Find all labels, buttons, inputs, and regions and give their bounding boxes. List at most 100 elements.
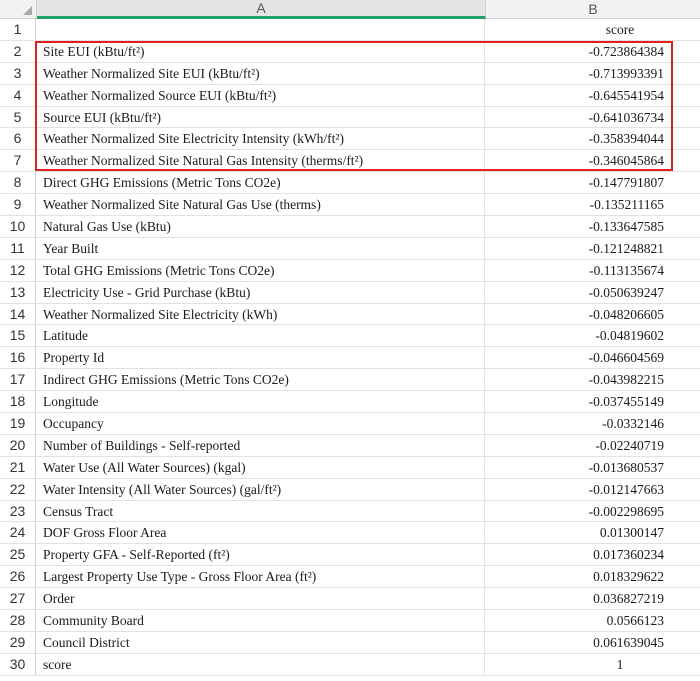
table-row: 15 Latitude -0.04819602 bbox=[0, 325, 700, 348]
cell-b[interactable]: 0.0566123 bbox=[485, 610, 665, 631]
select-all-icon bbox=[23, 6, 32, 15]
cell-a[interactable]: Weather Normalized Site Natural Gas Inte… bbox=[37, 150, 485, 172]
cell-a[interactable]: Indirect GHG Emissions (Metric Tons CO2e… bbox=[37, 369, 485, 391]
cell-a[interactable]: Community Board bbox=[37, 610, 485, 631]
table-row: 18 Longitude -0.037455149 bbox=[0, 391, 700, 414]
cell-b[interactable]: score bbox=[485, 19, 700, 40]
cell-a[interactable]: Weather Normalized Source EUI (kBtu/ft²) bbox=[37, 84, 485, 106]
row-number[interactable]: 27 bbox=[0, 588, 36, 610]
cell-b[interactable]: -0.012147663 bbox=[485, 479, 665, 500]
row-number[interactable]: 25 bbox=[0, 544, 36, 566]
cell-b[interactable]: -0.135211165 bbox=[485, 194, 665, 215]
row-number[interactable]: 15 bbox=[0, 325, 36, 347]
table-row: 3 Weather Normalized Site EUI (kBtu/ft²) -… bbox=[0, 62, 700, 85]
row-number[interactable]: 26 bbox=[0, 566, 36, 588]
cell-b[interactable]: -0.043982215 bbox=[485, 369, 665, 390]
cell-b[interactable]: -0.046604569 bbox=[485, 347, 665, 368]
row-number[interactable]: 3 bbox=[0, 62, 36, 84]
cell-a[interactable]: Property GFA - Self-Reported (ft²) bbox=[37, 544, 485, 566]
table-row: 20 Number of Buildings - Self-reported -0.… bbox=[0, 434, 700, 457]
row-number[interactable]: 18 bbox=[0, 391, 36, 413]
row-number[interactable]: 14 bbox=[0, 303, 36, 325]
cell-a[interactable]: score bbox=[37, 653, 485, 675]
cell-b[interactable]: 0.017360234 bbox=[485, 544, 665, 565]
cell-a[interactable]: Weather Normalized Site EUI (kBtu/ft²) bbox=[37, 62, 485, 84]
cell-a[interactable]: Water Intensity (All Water Sources) (gal… bbox=[37, 478, 485, 500]
row-number[interactable]: 22 bbox=[0, 478, 36, 500]
cell-a[interactable]: Weather Normalized Site Natural Gas Use … bbox=[37, 194, 485, 216]
table-row: 21 Water Use (All Water Sources) (kgal) -0… bbox=[0, 456, 700, 479]
cell-a[interactable]: Water Use (All Water Sources) (kgal) bbox=[37, 456, 485, 478]
cell-a[interactable]: Census Tract bbox=[37, 500, 485, 522]
row-number[interactable]: 19 bbox=[0, 413, 36, 434]
cell-b[interactable]: -0.346045864 bbox=[485, 150, 665, 171]
cell-b[interactable]: -0.121248821 bbox=[485, 238, 665, 259]
cell-a[interactable]: Occupancy bbox=[37, 413, 485, 434]
row-number[interactable]: 1 bbox=[0, 19, 36, 40]
row-number[interactable]: 7 bbox=[0, 150, 36, 172]
cell-a[interactable]: Number of Buildings - Self-reported bbox=[37, 434, 485, 456]
select-all-corner[interactable] bbox=[0, 0, 37, 18]
cell-b[interactable]: -0.358394044 bbox=[485, 128, 665, 149]
cell-b[interactable]: -0.723864384 bbox=[485, 41, 665, 62]
row-number[interactable]: 9 bbox=[0, 194, 36, 216]
cell-a[interactable]: Longitude bbox=[37, 391, 485, 413]
row-number[interactable]: 16 bbox=[0, 347, 36, 369]
cell-b[interactable]: 0.061639045 bbox=[485, 632, 665, 653]
row-number[interactable]: 4 bbox=[0, 84, 36, 106]
cell-b[interactable]: 0.01300147 bbox=[485, 522, 665, 543]
row-number[interactable]: 5 bbox=[0, 106, 36, 128]
row-number[interactable]: 13 bbox=[0, 281, 36, 303]
cell-a[interactable]: DOF Gross Floor Area bbox=[37, 522, 485, 544]
cell-a[interactable] bbox=[37, 19, 485, 40]
cell-b[interactable]: -0.050639247 bbox=[485, 282, 665, 303]
cell-a[interactable]: Natural Gas Use (kBtu) bbox=[37, 216, 485, 237]
column-header-b[interactable]: B bbox=[486, 0, 700, 18]
row-number[interactable]: 23 bbox=[0, 500, 36, 522]
cell-a[interactable]: Weather Normalized Site Electricity Inte… bbox=[37, 128, 485, 150]
cell-b[interactable]: -0.645541954 bbox=[485, 85, 665, 106]
cell-b[interactable]: 0.018329622 bbox=[485, 566, 665, 587]
row-number[interactable]: 20 bbox=[0, 434, 36, 456]
cell-a[interactable]: Property Id bbox=[37, 347, 485, 369]
cell-b[interactable]: -0.037455149 bbox=[485, 391, 665, 412]
cell-b[interactable]: -0.0332146 bbox=[485, 413, 665, 434]
row-number[interactable]: 17 bbox=[0, 369, 36, 391]
cell-a[interactable]: Latitude bbox=[37, 325, 485, 347]
row-number[interactable]: 24 bbox=[0, 522, 36, 544]
cell-a[interactable]: Total GHG Emissions (Metric Tons CO2e) bbox=[37, 259, 485, 281]
cell-b[interactable]: -0.048206605 bbox=[485, 304, 665, 325]
cell-b[interactable]: -0.713993391 bbox=[485, 63, 665, 84]
row-number[interactable]: 12 bbox=[0, 259, 36, 281]
cell-a[interactable]: Order bbox=[37, 588, 485, 610]
cell-b[interactable]: 1 bbox=[485, 654, 700, 675]
cell-a[interactable]: Weather Normalized Site Electricity (kWh… bbox=[37, 303, 485, 325]
table-row: 8 Direct GHG Emissions (Metric Tons CO2e)… bbox=[0, 172, 700, 195]
cell-a[interactable]: Source EUI (kBtu/ft²) bbox=[37, 106, 485, 128]
cell-b[interactable]: -0.013680537 bbox=[485, 457, 665, 478]
cell-a[interactable]: Largest Property Use Type - Gross Floor … bbox=[37, 566, 485, 588]
cell-a[interactable]: Council District bbox=[37, 631, 485, 653]
cell-a[interactable]: Electricity Use - Grid Purchase (kBtu) bbox=[37, 281, 485, 303]
row-number[interactable]: 29 bbox=[0, 631, 36, 653]
cell-a[interactable]: Year Built bbox=[37, 237, 485, 259]
row-number[interactable]: 2 bbox=[0, 40, 36, 62]
row-number[interactable]: 28 bbox=[0, 610, 36, 631]
row-number[interactable]: 8 bbox=[0, 172, 36, 194]
cell-a[interactable]: Direct GHG Emissions (Metric Tons CO2e) bbox=[37, 172, 485, 194]
cell-b[interactable]: 0.036827219 bbox=[485, 588, 665, 609]
cell-b[interactable]: -0.002298695 bbox=[485, 501, 665, 522]
row-number[interactable]: 30 bbox=[0, 653, 36, 675]
cell-b[interactable]: -0.641036734 bbox=[485, 107, 665, 128]
cell-b[interactable]: -0.133647585 bbox=[485, 216, 665, 237]
cell-a[interactable]: Site EUI (kBtu/ft²) bbox=[37, 40, 485, 62]
column-header-a[interactable]: A bbox=[37, 0, 486, 19]
cell-b[interactable]: -0.147791807 bbox=[485, 172, 665, 193]
cell-b[interactable]: -0.02240719 bbox=[485, 435, 665, 456]
row-number[interactable]: 21 bbox=[0, 456, 36, 478]
cell-b[interactable]: -0.113135674 bbox=[485, 260, 665, 281]
row-number[interactable]: 6 bbox=[0, 128, 36, 150]
cell-b[interactable]: -0.04819602 bbox=[485, 325, 665, 346]
row-number[interactable]: 10 bbox=[0, 216, 36, 237]
row-number[interactable]: 11 bbox=[0, 237, 36, 259]
